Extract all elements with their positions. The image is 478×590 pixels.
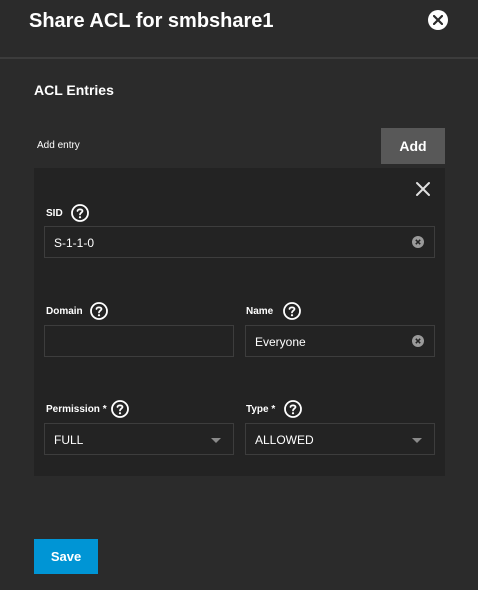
clear-name-icon[interactable]: [412, 335, 424, 347]
permission-chevron-down-icon: [211, 438, 221, 443]
domain-label: Domain: [46, 306, 83, 317]
name-value: Everyone: [255, 335, 306, 349]
permission-label: Permission *: [46, 404, 107, 415]
acl-entry-card: SID S-1-1-0 Domain Name Everyone Permiss: [34, 168, 445, 476]
clear-sid-icon[interactable]: [412, 236, 424, 248]
dialog-header: Share ACL for smbshare1: [0, 0, 478, 59]
sid-value: S-1-1-0: [54, 236, 95, 250]
name-label: Name: [246, 306, 274, 317]
permission-value: FULL: [54, 433, 84, 447]
sid-field[interactable]: S-1-1-0: [44, 226, 435, 258]
permission-select[interactable]: FULL: [44, 423, 234, 455]
dialog-title: Share ACL for smbshare1: [29, 10, 274, 32]
sid-help-icon[interactable]: [71, 204, 89, 222]
name-field[interactable]: Everyone: [245, 325, 435, 357]
type-select[interactable]: ALLOWED: [245, 423, 435, 455]
sid-label: SID: [46, 208, 63, 219]
acl-section-title: ACL Entries: [34, 82, 114, 98]
close-icon: [433, 15, 443, 25]
type-help-icon[interactable]: [284, 400, 302, 418]
domain-help-icon[interactable]: [90, 302, 108, 320]
type-value: ALLOWED: [255, 433, 314, 447]
type-chevron-down-icon: [412, 438, 422, 443]
permission-help-icon[interactable]: [111, 400, 129, 418]
domain-field[interactable]: [44, 325, 234, 357]
name-help-icon[interactable]: [283, 302, 301, 320]
add-entry-button[interactable]: Add: [381, 128, 445, 164]
add-entry-label: Add entry: [37, 140, 80, 151]
save-button[interactable]: Save: [34, 539, 98, 574]
close-dialog-button[interactable]: [428, 10, 448, 30]
type-label: Type *: [246, 404, 276, 415]
remove-entry-icon[interactable]: [414, 180, 432, 198]
